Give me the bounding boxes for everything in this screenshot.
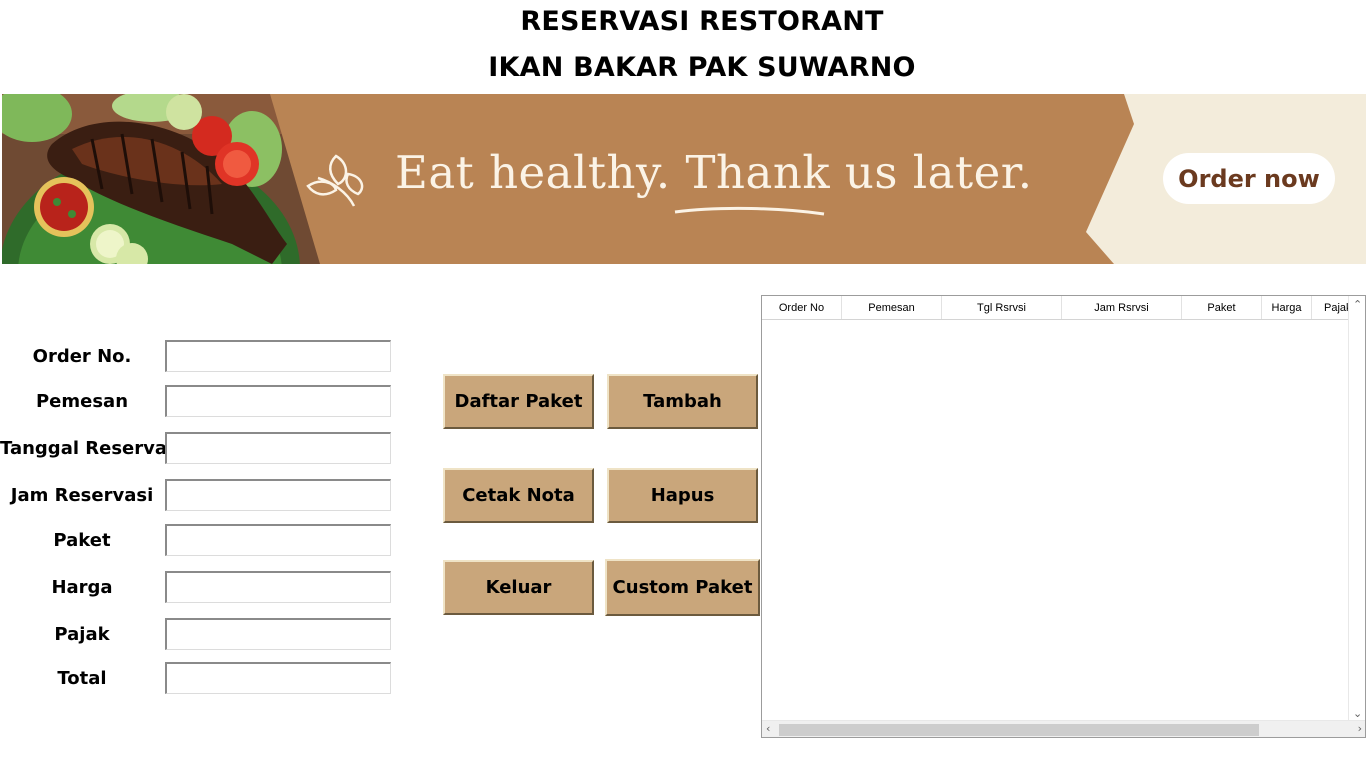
harga-field[interactable] — [165, 571, 391, 603]
paket-field[interactable] — [165, 524, 391, 556]
column-header-harga[interactable]: Harga — [1262, 296, 1312, 319]
horizontal-scroll-thumb[interactable] — [779, 724, 1259, 736]
tambah-button[interactable]: Tambah — [607, 374, 758, 429]
page-subtitle: IKAN BAKAR PAK SUWARNO — [488, 52, 916, 83]
order-no-field[interactable] — [165, 340, 391, 372]
harga-label: Harga — [51, 577, 113, 598]
pemesan-field[interactable] — [165, 385, 391, 417]
total-label: Total — [57, 668, 107, 689]
keluar-button[interactable]: Keluar — [443, 560, 594, 615]
scroll-left-icon[interactable]: ‹ — [766, 723, 770, 734]
pajak-label: Pajak — [54, 624, 110, 645]
jam-reservasi-label: Jam Reservasi — [10, 485, 154, 506]
custom-paket-button[interactable]: Custom Paket — [605, 559, 760, 616]
horizontal-scrollbar[interactable]: ‹ › — [762, 720, 1365, 737]
pajak-field[interactable] — [165, 618, 391, 650]
scroll-up-icon[interactable]: ⌃ — [1353, 299, 1362, 310]
column-header-jam-rsrvsi[interactable]: Jam Rsrvsi — [1062, 296, 1182, 319]
table-header: Order No Pemesan Tgl Rsrvsi Jam Rsrvsi P… — [762, 296, 1351, 320]
order-now-button[interactable]: Order now — [1163, 153, 1335, 204]
daftar-paket-button[interactable]: Daftar Paket — [443, 374, 594, 429]
tanggal-reservasi-label: Tanggal Reservasi — [0, 438, 184, 459]
column-header-order-no[interactable]: Order No — [762, 296, 842, 319]
vertical-scrollbar[interactable]: ⌃ ⌄ — [1348, 296, 1365, 722]
hapus-button[interactable]: Hapus — [607, 468, 758, 523]
total-field[interactable] — [165, 662, 391, 694]
scroll-right-icon[interactable]: › — [1358, 723, 1362, 734]
banner-slogan: Eat healthy. Thank us later. — [395, 146, 1033, 199]
reservation-table[interactable]: Order No Pemesan Tgl Rsrvsi Jam Rsrvsi P… — [761, 295, 1366, 738]
tanggal-reservasi-field[interactable] — [165, 432, 391, 464]
pemesan-label: Pemesan — [35, 391, 129, 412]
scroll-down-icon[interactable]: ⌄ — [1353, 708, 1362, 719]
jam-reservasi-field[interactable] — [165, 479, 391, 511]
column-header-tgl-rsrvsi[interactable]: Tgl Rsrvsi — [942, 296, 1062, 319]
column-header-pemesan[interactable]: Pemesan — [842, 296, 942, 319]
paket-label: Paket — [53, 530, 111, 551]
page-title: RESERVASI RESTORANT — [520, 6, 884, 37]
column-header-pajak[interactable]: Pajak — [1312, 296, 1351, 319]
cetak-nota-button[interactable]: Cetak Nota — [443, 468, 594, 523]
order-no-label: Order No. — [32, 346, 132, 367]
promo-banner[interactable]: Eat healthy. Thank us later. Order now — [2, 94, 1366, 264]
column-header-paket[interactable]: Paket — [1182, 296, 1262, 319]
